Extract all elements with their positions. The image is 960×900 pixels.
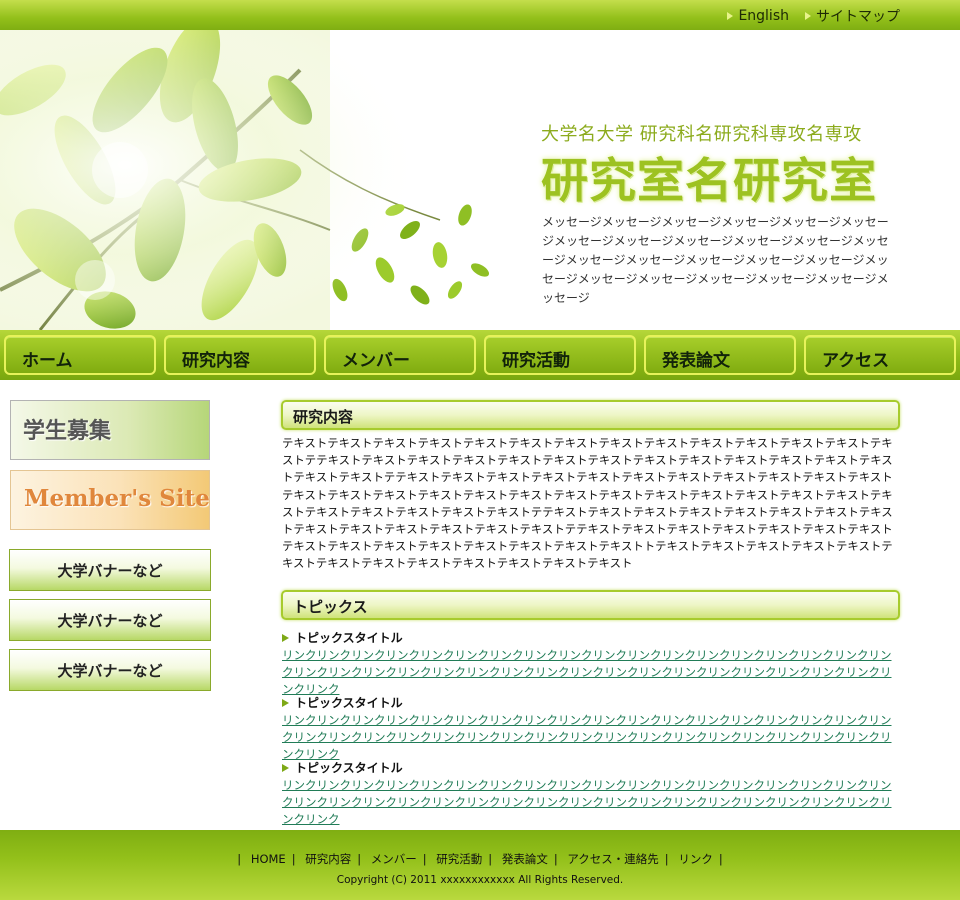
lab-title: 研究室名研究室: [541, 154, 877, 209]
nav-papers[interactable]: 発表論文: [644, 335, 796, 375]
sitemap-link[interactable]: サイトマップ: [805, 6, 900, 26]
leaf-illustration: [0, 30, 500, 330]
topic-title: トピックスタイトル: [282, 694, 403, 711]
topic-link[interactable]: リンクリンクリンクリンクリンクリンクリンクリンクリンクリンクリンクリンクリンクリ…: [282, 647, 900, 698]
topic-title: トピックスタイトル: [282, 759, 403, 776]
triangle-bullet-icon: [282, 763, 289, 772]
student-recruit-banner[interactable]: 学生募集: [10, 400, 210, 460]
member-site-banner[interactable]: Member's Site: [10, 470, 210, 530]
top-bar: English サイトマップ: [0, 0, 960, 30]
footer-separator: |: [422, 852, 427, 866]
nav-activities-label: 研究活動: [502, 351, 570, 371]
top-links: English サイトマップ: [727, 6, 900, 26]
research-heading: 研究内容: [281, 400, 900, 430]
student-recruit-label: 学生募集: [23, 418, 112, 444]
member-site-label: Member's Site: [24, 485, 210, 512]
header: 大学名大学 研究科名研究科専攻名専攻 研究室名研究室 メッセージメッセージメッセ…: [0, 30, 960, 330]
footer-link-activities[interactable]: 研究活動: [430, 852, 488, 866]
footer-link-home[interactable]: HOME: [245, 852, 292, 866]
topic-title-text: トピックスタイトル: [295, 696, 403, 710]
nav-activities[interactable]: 研究活動: [484, 335, 636, 375]
nav-research-label: 研究内容: [182, 351, 250, 371]
footer-link-access[interactable]: アクセス・連絡先: [561, 852, 664, 866]
university-banner-label: 大学バナーなど: [57, 612, 163, 630]
footer-separator: |: [488, 852, 493, 866]
footer-separator: |: [718, 852, 723, 866]
footer-link-papers[interactable]: 発表論文: [496, 852, 554, 866]
triangle-bullet-icon: [282, 698, 289, 707]
triangle-bullet-icon: [805, 12, 811, 20]
topic-title-text: トピックスタイトル: [295, 761, 403, 775]
research-text: テキストテキストテキストテキストテキストテキストテキストテキストテキストテキスト…: [282, 436, 893, 571]
nav-members[interactable]: メンバー: [324, 335, 476, 375]
nav-access[interactable]: アクセス: [804, 335, 956, 375]
topics-heading-label: トピックス: [293, 598, 368, 616]
nav-papers-label: 発表論文: [662, 351, 730, 371]
topic-title: トピックスタイトル: [282, 629, 403, 646]
topic-title-text: トピックスタイトル: [295, 631, 403, 645]
page: English サイトマップ 大学名大学 研究科名研究科専攻名専攻 研究室名研究…: [0, 0, 960, 900]
sitemap-link-label: サイトマップ: [816, 9, 900, 25]
footer-separator: |: [553, 852, 558, 866]
footer-separator: |: [357, 852, 362, 866]
topic-link[interactable]: リンクリンクリンクリンクリンクリンクリンクリンクリンクリンクリンクリンクリンクリ…: [282, 712, 900, 763]
university-banner-label: 大学バナーなど: [57, 662, 163, 680]
nav-home-label: ホーム: [22, 351, 73, 371]
nav-research[interactable]: 研究内容: [164, 335, 316, 375]
university-banner-label: 大学バナーなど: [57, 562, 163, 580]
footer: | HOME | 研究内容 | メンバー | 研究活動 | 発表論文 | アクセス・連絡先…: [0, 830, 960, 900]
english-link[interactable]: English: [727, 6, 789, 26]
nav-access-label: アクセス: [822, 351, 890, 371]
main-nav: ホーム 研究内容 メンバー 研究活動 発表論文 アクセス: [0, 330, 960, 380]
triangle-bullet-icon: [727, 12, 734, 20]
topics-heading: トピックス: [281, 590, 900, 620]
university-banner[interactable]: 大学バナーなど: [9, 599, 211, 641]
header-message: メッセージメッセージメッセージメッセージメッセージメッセージメッセージメッセージ…: [542, 215, 889, 305]
footer-link-members[interactable]: メンバー: [365, 852, 423, 866]
footer-separator: |: [291, 852, 296, 866]
english-link-label: English: [738, 8, 789, 24]
topic-link[interactable]: リンクリンクリンクリンクリンクリンクリンクリンクリンクリンクリンクリンクリンクリ…: [282, 777, 900, 828]
university-banner[interactable]: 大学バナーなど: [9, 649, 211, 691]
research-heading-label: 研究内容: [293, 408, 354, 426]
nav-home[interactable]: ホーム: [4, 335, 156, 375]
footer-separator: |: [664, 852, 669, 866]
triangle-bullet-icon: [282, 633, 289, 642]
footer-link-links[interactable]: リンク: [672, 852, 719, 866]
university-banner[interactable]: 大学バナーなど: [9, 549, 211, 591]
footer-separator: |: [237, 852, 242, 866]
nav-members-label: メンバー: [342, 351, 410, 371]
footer-link-research[interactable]: 研究内容: [299, 852, 357, 866]
copyright: Copyright (C) 2011 xxxxxxxxxxxx All Righ…: [336, 874, 624, 886]
footer-links: | HOME | 研究内容 | メンバー | 研究活動 | 発表論文 | アクセス・連絡先…: [0, 851, 960, 867]
